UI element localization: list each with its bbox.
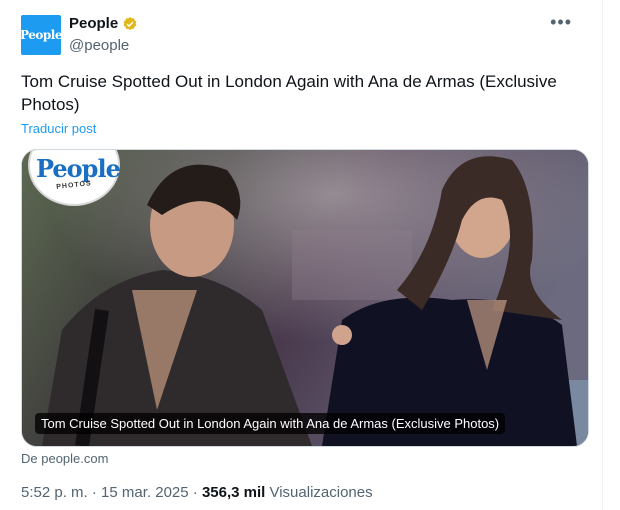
views-count: 356,3 mil [201,484,266,501]
avatar-logo-text: People [20,28,62,42]
post-meta: 5:52 p. m. · 15 mar. 2025 · 356,3 mil Vi… [21,484,373,501]
more-horizontal-icon[interactable]: ••• [550,13,572,31]
post-timestamp[interactable]: 5:52 p. m. · 15 mar. 2025 · [21,484,202,501]
post-container: People People @people ••• Tom Cruise Spo… [0,0,603,510]
verified-badge-icon[interactable] [122,16,138,32]
avatar[interactable]: People [20,15,62,55]
card-source-link[interactable]: De people.com [21,451,108,466]
author-handle[interactable]: @people [69,37,129,54]
link-card-media[interactable]: People PHOTOS Tom Cruise Spotted Out in … [21,149,589,447]
translate-post-link[interactable]: Traducir post [21,121,96,136]
article-photo [22,150,588,446]
author-name-row: People [69,15,138,32]
post-text: Tom Cruise Spotted Out in London Again w… [21,72,557,114]
views-label: Visualizaciones [265,484,373,501]
author-name[interactable]: People [69,15,118,32]
card-caption: Tom Cruise Spotted Out in London Again w… [35,413,506,434]
